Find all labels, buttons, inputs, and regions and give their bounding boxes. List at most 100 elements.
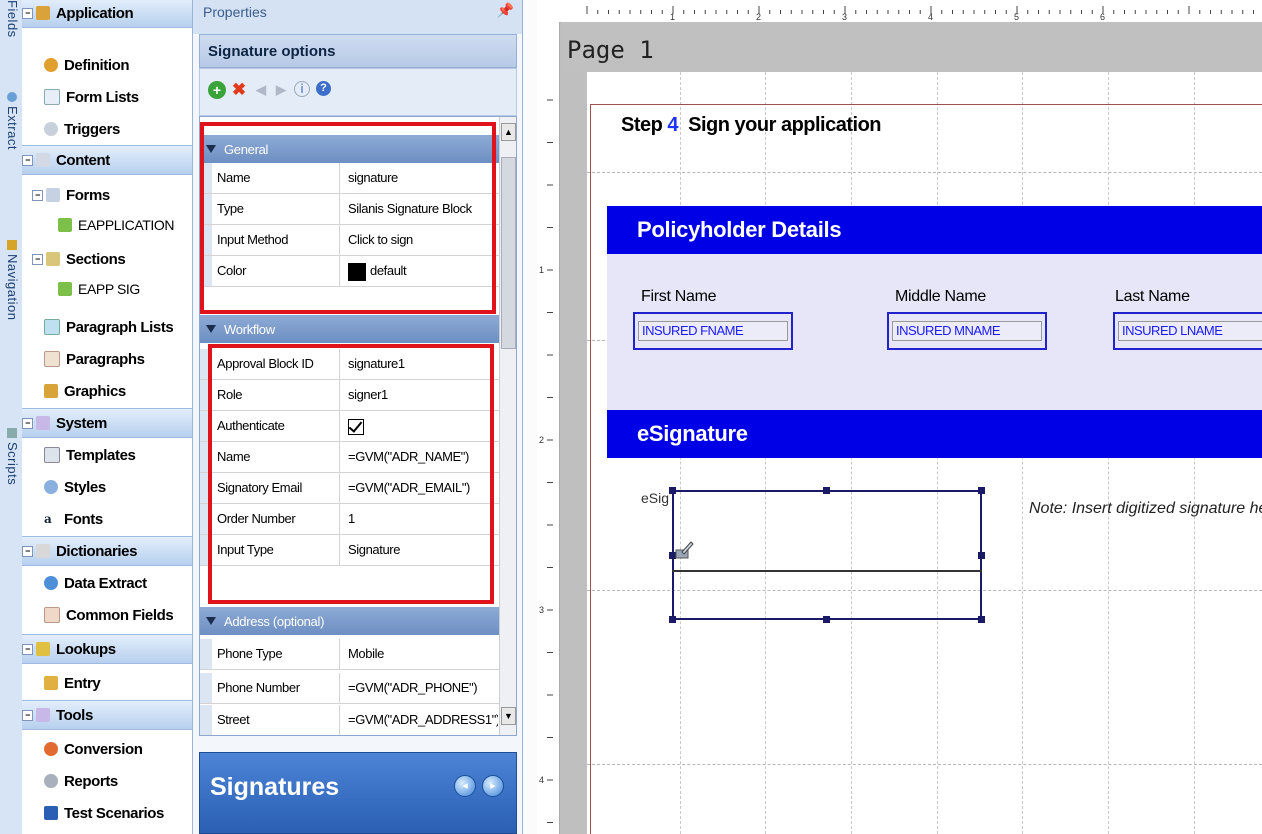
signatures-next-icon[interactable]: ▸	[482, 775, 504, 797]
property-row[interactable]: Role signer1	[200, 380, 500, 411]
property-row[interactable]: Street =GVM("ADR_ADDRESS1")	[200, 705, 500, 735]
authenticate-checkbox[interactable]	[348, 418, 364, 435]
property-value[interactable]: =GVM("ADR_EMAIL")	[348, 473, 498, 503]
collapse-icon[interactable]: −	[32, 253, 43, 265]
tree-category-system[interactable]: − System	[22, 408, 192, 438]
tree-item-eapp-sig[interactable]: EAPP SIG	[58, 274, 192, 304]
resize-handle[interactable]	[978, 616, 985, 623]
property-value[interactable]: =GVM("ADR_NAME")	[348, 442, 498, 472]
property-row[interactable]: Input Method Click to sign	[200, 225, 500, 256]
resize-handle[interactable]	[823, 616, 830, 623]
tree-category-lookups[interactable]: − Lookups	[22, 634, 192, 664]
vtab-scripts[interactable]: Scripts	[2, 428, 20, 485]
add-icon[interactable]: +	[208, 81, 226, 99]
property-row[interactable]: Name =GVM("ADR_NAME")	[200, 442, 500, 473]
collapse-icon[interactable]: −	[22, 7, 33, 19]
property-grid-scrollbar[interactable]: ▲ ▼	[499, 117, 516, 735]
tree-item-entry[interactable]: Entry	[44, 668, 192, 698]
signature-block[interactable]	[672, 490, 982, 620]
resize-handle[interactable]	[669, 487, 676, 494]
tree-item-test-scenarios[interactable]: Test Scenarios	[44, 798, 192, 828]
tree-item-sections[interactable]: − Sections	[32, 244, 192, 274]
help-icon[interactable]: ?	[316, 81, 331, 96]
group-address[interactable]: Address (optional)	[200, 607, 500, 635]
scroll-up-icon[interactable]: ▲	[501, 123, 516, 141]
vtab-extract[interactable]: Extract	[2, 92, 20, 150]
resize-handle[interactable]	[669, 616, 676, 623]
tree-category-dictionaries[interactable]: − Dictionaries	[22, 536, 192, 566]
collapse-icon[interactable]: −	[32, 189, 43, 201]
tree-item-form-lists[interactable]: Form Lists	[44, 82, 192, 112]
policyholder-details-band[interactable]: Policyholder Details	[607, 206, 1262, 254]
pin-icon[interactable]: 📌	[497, 2, 514, 19]
collapse-icon[interactable]: −	[22, 709, 33, 721]
property-value[interactable]: signature1	[348, 349, 498, 379]
esignature-band[interactable]: eSignature	[607, 410, 1262, 458]
delete-icon[interactable]: ✖	[230, 81, 248, 99]
resize-handle[interactable]	[823, 487, 830, 494]
property-row[interactable]: Approval Block ID signature1	[200, 349, 500, 380]
tree-item-triggers[interactable]: Triggers	[44, 114, 192, 144]
next-icon[interactable]: ▶	[272, 81, 290, 99]
info-icon[interactable]: i	[294, 81, 310, 97]
tree-category-content[interactable]: − Content	[22, 145, 192, 175]
first-name-label: First Name	[641, 288, 717, 305]
property-row[interactable]: Name signature	[200, 163, 500, 194]
property-row[interactable]: Phone Number =GVM("ADR_PHONE")	[200, 673, 500, 704]
tree-item-forms[interactable]: − Forms	[32, 180, 192, 210]
vtab-navigation[interactable]: Navigation	[2, 240, 20, 320]
property-row[interactable]: Signatory Email =GVM("ADR_EMAIL")	[200, 473, 500, 504]
property-row[interactable]: Order Number 1	[200, 504, 500, 535]
property-value[interactable]: Signature	[348, 535, 498, 565]
tree-item-common-fields[interactable]: Common Fields	[44, 600, 192, 630]
tree-item-templates[interactable]: Templates	[44, 440, 192, 470]
tree-item-fonts[interactable]: a Fonts	[44, 504, 192, 534]
collapse-icon[interactable]: −	[22, 643, 33, 655]
property-value[interactable]: Silanis Signature Block	[348, 194, 498, 224]
property-row[interactable]: Color default	[200, 256, 500, 287]
middle-name-field[interactable]: INSURED MNAME	[887, 312, 1047, 350]
property-row[interactable]: Input Type Signature	[200, 535, 500, 566]
property-value-color[interactable]: default	[348, 256, 498, 286]
tree-item-reports[interactable]: Reports	[44, 766, 192, 796]
property-value[interactable]: =GVM("ADR_ADDRESS1")	[348, 705, 498, 735]
collapse-icon[interactable]: −	[22, 154, 33, 166]
tree-item-conversion[interactable]: Conversion	[44, 734, 192, 764]
scroll-thumb[interactable]	[501, 157, 516, 349]
tree-item-styles[interactable]: Styles	[44, 472, 192, 502]
tree-item-paragraph-lists[interactable]: Paragraph Lists	[44, 312, 192, 342]
panel-splitter[interactable]	[523, 0, 537, 834]
property-value[interactable]: Mobile	[348, 639, 498, 669]
last-name-field[interactable]: INSURED LNAME	[1113, 312, 1262, 350]
property-row[interactable]: Phone Type Mobile	[200, 639, 500, 670]
step-heading[interactable]: Step 4 Sign your application	[621, 114, 882, 137]
collapse-icon[interactable]: −	[22, 545, 33, 557]
scroll-down-icon[interactable]: ▼	[501, 707, 516, 725]
color-swatch[interactable]	[348, 262, 366, 281]
tree-item-paragraphs[interactable]: Paragraphs	[44, 344, 192, 374]
property-value[interactable]: signature	[348, 163, 498, 193]
resize-handle[interactable]	[978, 552, 985, 559]
tree-item-eapplication[interactable]: EAPPLICATION	[58, 210, 192, 240]
property-value[interactable]: Click to sign	[348, 225, 498, 255]
group-general[interactable]: General	[200, 135, 500, 163]
tree-item-definition[interactable]: Definition	[44, 50, 192, 80]
signatures-prev-icon[interactable]: ◂	[454, 775, 476, 797]
tree-item-data-extract[interactable]: Data Extract	[44, 568, 192, 598]
vtab-fields[interactable]: Fields	[2, 0, 20, 38]
previous-icon[interactable]: ◀	[252, 81, 270, 99]
tree-item-graphics[interactable]: Graphics	[44, 376, 192, 406]
first-name-field[interactable]: INSURED FNAME	[633, 312, 793, 350]
property-value[interactable]: =GVM("ADR_PHONE")	[348, 673, 498, 703]
property-row[interactable]: Authenticate	[200, 411, 500, 442]
property-row[interactable]: Type Silanis Signature Block	[200, 194, 500, 225]
tree-category-application[interactable]: − Application	[22, 0, 192, 28]
page-surface[interactable]: Step 4 Sign your application Policyholde…	[587, 72, 1262, 834]
tree-category-tools[interactable]: − Tools	[22, 700, 192, 730]
property-value[interactable]: signer1	[348, 380, 498, 410]
group-workflow[interactable]: Workflow	[200, 315, 500, 343]
property-value[interactable]: 1	[348, 504, 498, 534]
collapse-icon[interactable]: −	[22, 417, 33, 429]
resize-handle[interactable]	[978, 487, 985, 494]
property-value-checkbox[interactable]	[348, 411, 498, 441]
